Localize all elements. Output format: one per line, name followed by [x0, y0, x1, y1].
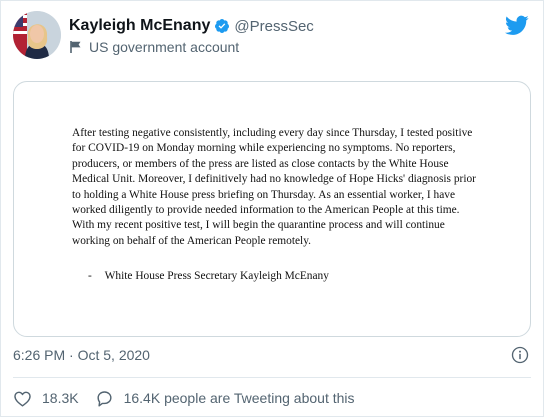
signoff-signature: White House Press Secretary Kayleigh McE… — [104, 270, 329, 282]
conversation-link[interactable]: 16.4K people are Tweeting about this — [124, 390, 355, 406]
verified-badge-icon — [215, 19, 230, 33]
avatar[interactable] — [13, 11, 61, 59]
flag-icon — [70, 41, 81, 53]
statement-signoff: - White House Press Secretary Kayleigh M… — [88, 270, 329, 282]
author-handle[interactable]: @PressSec — [234, 18, 313, 35]
heart-icon[interactable] — [13, 389, 32, 408]
avatar-image — [13, 11, 61, 59]
government-account-label: US government account — [69, 38, 239, 56]
author-name[interactable]: Kayleigh McEnany — [69, 17, 210, 35]
tweet-timestamp[interactable]: 6:26 PM · Oct 5, 2020 — [13, 347, 150, 363]
divider — [13, 377, 531, 378]
signoff-dash: - — [88, 270, 92, 282]
tweet-card: Kayleigh McEnany @PressSec US government… — [0, 0, 544, 417]
statement-text: After testing negative consistently, inc… — [72, 127, 476, 247]
speech-bubble-icon[interactable] — [95, 389, 114, 408]
like-count[interactable]: 18.3K — [42, 390, 79, 406]
info-icon[interactable] — [511, 346, 529, 364]
statement-image[interactable]: After testing negative consistently, inc… — [13, 81, 531, 337]
twitter-bird-icon[interactable] — [505, 13, 529, 37]
account-label-text: US government account — [89, 39, 240, 55]
tweet-actions: 18.3K 16.4K people are Tweeting about th… — [13, 387, 355, 409]
